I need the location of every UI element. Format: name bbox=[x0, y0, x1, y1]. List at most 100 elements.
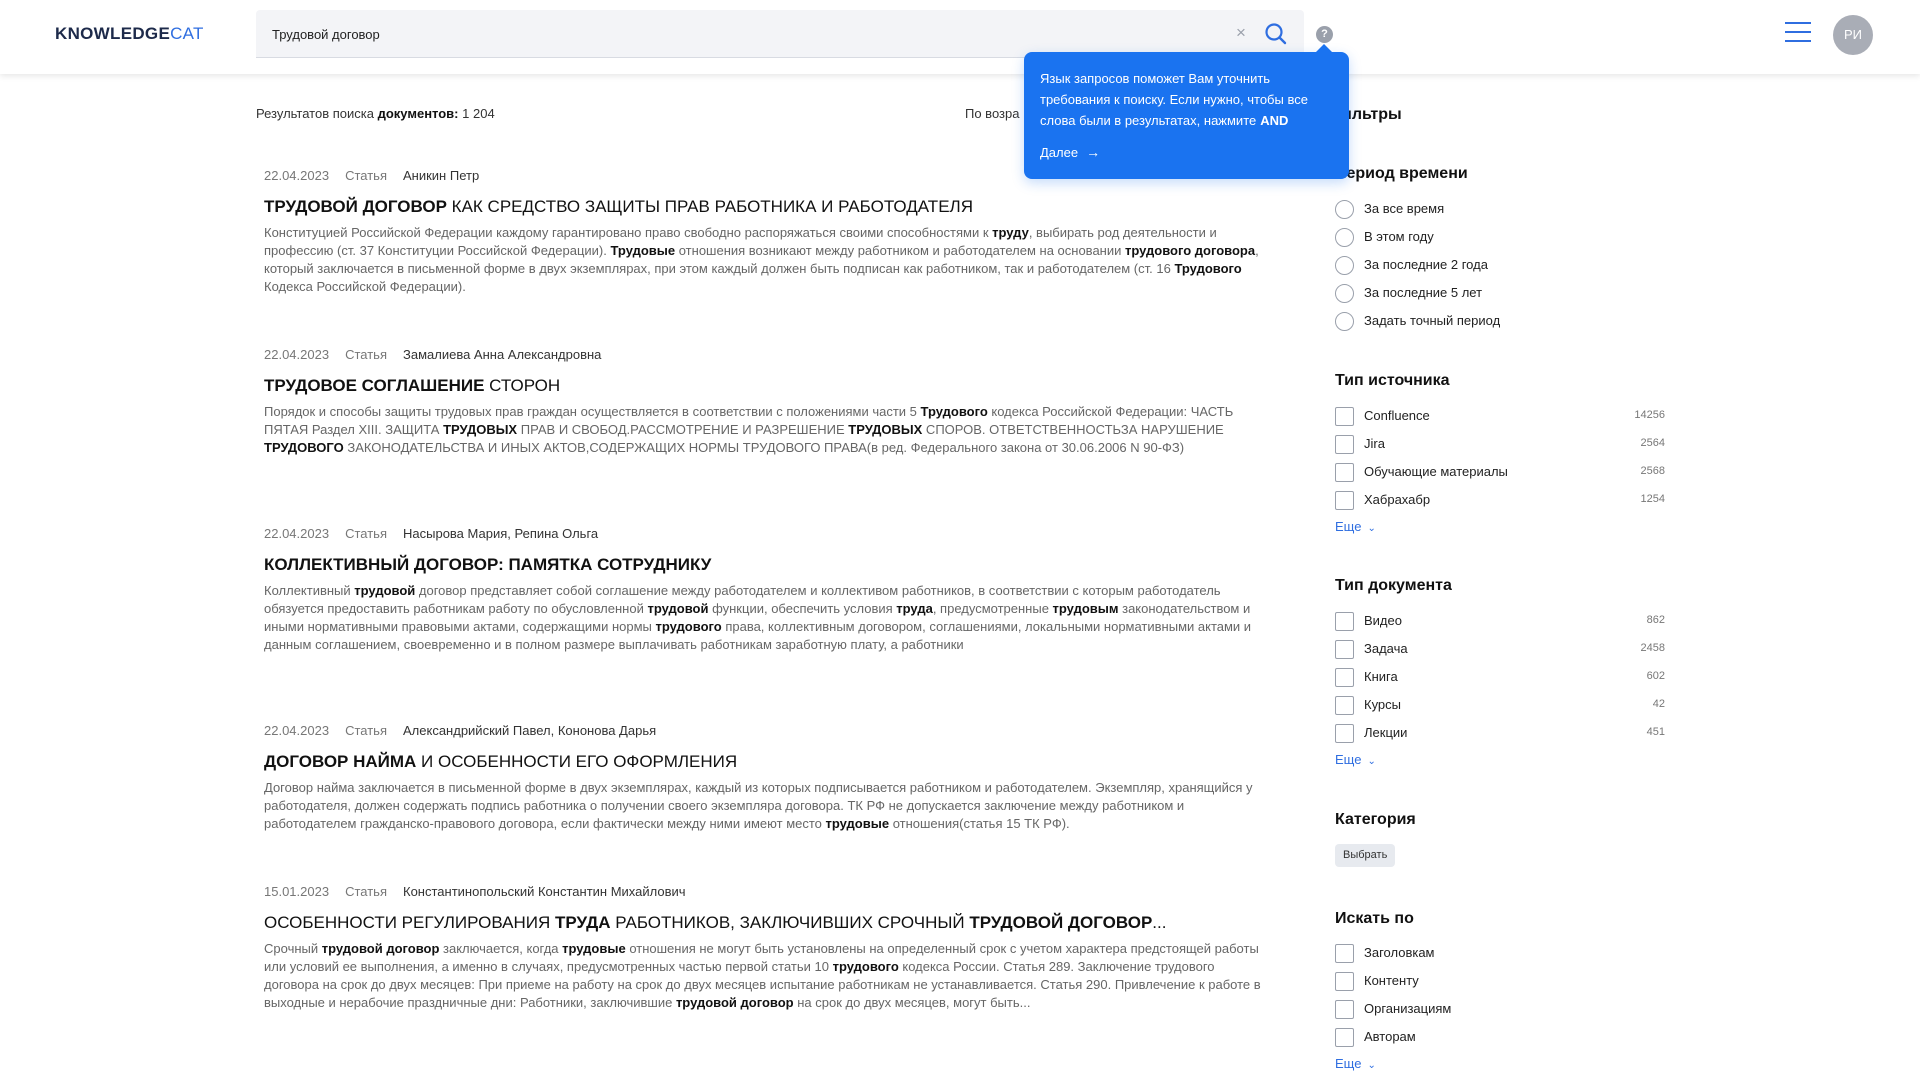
doctype-option[interactable]: Задача 2458 bbox=[1335, 638, 1665, 660]
option-label: Задача bbox=[1364, 641, 1408, 656]
result-author[interactable]: Замалиева Анна Александровна bbox=[403, 347, 601, 362]
title-rest: сторон bbox=[484, 376, 561, 395]
option-label: Книга bbox=[1364, 669, 1398, 684]
option-label: Задать точный период bbox=[1364, 313, 1501, 328]
doctype-option[interactable]: Видео 862 bbox=[1335, 610, 1665, 632]
choose-category-button[interactable]: Выбрать bbox=[1335, 844, 1396, 867]
radio-button[interactable] bbox=[1335, 228, 1354, 247]
text-fragment: , предусмотренные bbox=[932, 601, 1053, 616]
period-option[interactable]: В этом году bbox=[1335, 226, 1665, 248]
searchby-option[interactable]: Организациям bbox=[1335, 998, 1665, 1020]
source-more-link[interactable]: Еще ⌄ bbox=[1335, 519, 1376, 534]
searchby-option[interactable]: Заголовкам bbox=[1335, 942, 1665, 964]
option-count: 2458 bbox=[1640, 642, 1665, 654]
doctype-option[interactable]: Лекции 451 bbox=[1335, 722, 1665, 744]
result-title[interactable]: Особенности регулирования труда работник… bbox=[264, 912, 1264, 934]
more-label: Еще bbox=[1335, 752, 1362, 767]
result-title[interactable]: Трудовое соглашение сторон bbox=[264, 375, 1264, 397]
source-filter-title: Тип источника bbox=[1335, 372, 1450, 389]
checkbox[interactable] bbox=[1335, 724, 1354, 743]
result-type: Статья bbox=[345, 168, 387, 183]
source-option[interactable]: Jira 2564 bbox=[1335, 433, 1665, 455]
highlighted-term: трудового bbox=[832, 959, 899, 974]
option-label: Авторам bbox=[1364, 1029, 1416, 1044]
radio-button[interactable] bbox=[1335, 284, 1354, 303]
checkbox[interactable] bbox=[1335, 668, 1354, 687]
period-option[interactable]: Задать точный период bbox=[1335, 310, 1665, 332]
search-result: 22.04.2023 Статья Насырова Мария, Репина О… bbox=[264, 526, 1264, 654]
text-fragment: Кодекса Российской Федерации). bbox=[264, 279, 466, 294]
result-meta: 22.04.2023 Статья Насырова Мария, Репина О… bbox=[264, 526, 1264, 544]
result-type: Статья bbox=[345, 526, 387, 541]
searchby-filter-title: Искать по bbox=[1335, 910, 1414, 927]
checkbox[interactable] bbox=[1335, 1000, 1354, 1019]
period-option[interactable]: За последние 2 года bbox=[1335, 254, 1665, 276]
result-author[interactable]: Аникин Петр bbox=[403, 168, 479, 183]
result-author[interactable]: Александрийский Павел, Кононова Дарья bbox=[403, 723, 656, 738]
menu-button[interactable] bbox=[1785, 22, 1811, 44]
title-highlight: Коллективный договор: памятка сотруднику bbox=[264, 555, 712, 574]
radio-button[interactable] bbox=[1335, 200, 1354, 219]
checkbox[interactable] bbox=[1335, 463, 1354, 482]
option-count: 2564 bbox=[1640, 437, 1665, 449]
searchby-more-link[interactable]: Еще ⌄ bbox=[1335, 1056, 1376, 1071]
text-fragment: функции, обеспечить условия bbox=[708, 601, 897, 616]
clear-search-button[interactable]: × bbox=[1231, 23, 1251, 43]
results-count: 1 204 bbox=[462, 106, 495, 121]
user-avatar[interactable]: РИ bbox=[1833, 15, 1873, 55]
text-fragment: Коллективный bbox=[264, 583, 355, 598]
summary-prefix: Результатов поиска bbox=[256, 106, 374, 121]
result-date: 22.04.2023 bbox=[264, 526, 330, 541]
result-author[interactable]: Насырова Мария, Репина Ольга bbox=[403, 526, 598, 541]
searchby-option[interactable]: Контенту bbox=[1335, 970, 1665, 992]
menu-icon-line bbox=[1785, 22, 1811, 24]
checkbox[interactable] bbox=[1335, 972, 1354, 991]
highlighted-term: ТРУДОВОГО bbox=[264, 440, 344, 455]
checkbox[interactable] bbox=[1335, 944, 1354, 963]
highlighted-term: трудовые bbox=[825, 816, 890, 831]
result-author[interactable]: Константинопольский Константин Михайлови… bbox=[403, 884, 686, 899]
checkbox[interactable] bbox=[1335, 612, 1354, 631]
help-icon[interactable]: ? bbox=[1316, 26, 1333, 43]
result-title[interactable]: Договор найма и особенности его оформлен… bbox=[264, 751, 1264, 773]
search-result: 22.04.2023 Статья Александрийский Павел, К… bbox=[264, 723, 1264, 833]
result-date: 22.04.2023 bbox=[264, 347, 330, 362]
chevron-down-icon: ⌄ bbox=[1367, 523, 1376, 534]
search-button[interactable] bbox=[1263, 21, 1289, 47]
checkbox[interactable] bbox=[1335, 491, 1354, 510]
search-input[interactable] bbox=[272, 10, 1212, 58]
checkbox[interactable] bbox=[1335, 435, 1354, 454]
result-meta: 22.04.2023 Статья Александрийский Павел, К… bbox=[264, 723, 1264, 741]
period-option[interactable]: За все время bbox=[1335, 198, 1665, 220]
doctype-more-link[interactable]: Еще ⌄ bbox=[1335, 752, 1376, 767]
doctype-option[interactable]: Книга 602 bbox=[1335, 666, 1665, 688]
period-option[interactable]: За последние 5 лет bbox=[1335, 282, 1665, 304]
option-label: За последние 5 лет bbox=[1364, 285, 1483, 300]
text-fragment: отношения возникают между работником и р… bbox=[675, 243, 1125, 258]
highlighted-term: Трудового bbox=[1174, 261, 1242, 276]
radio-button[interactable] bbox=[1335, 256, 1354, 275]
result-title[interactable]: Трудовой договор как средство защиты пра… bbox=[264, 196, 1264, 218]
logo[interactable]: KNOWLEDGECAT bbox=[55, 24, 204, 44]
tooltip-next-button[interactable]: Далее → bbox=[1040, 144, 1100, 160]
option-label: Обучающие материалы bbox=[1364, 464, 1508, 479]
checkbox[interactable] bbox=[1335, 1028, 1354, 1047]
checkbox[interactable] bbox=[1335, 407, 1354, 426]
searchby-option[interactable]: Авторам bbox=[1335, 1026, 1665, 1048]
result-title[interactable]: Коллективный договор: памятка сотруднику bbox=[264, 554, 1264, 576]
chevron-down-icon: ⌄ bbox=[1367, 1060, 1376, 1071]
search-icon bbox=[1265, 23, 1287, 45]
highlighted-term: труду bbox=[992, 225, 1029, 240]
search-result: 22.04.2023 Статья Замалиева Анна Александр… bbox=[264, 347, 1264, 457]
sort-dropdown[interactable]: По возра bbox=[965, 106, 1019, 121]
filters-title: ильтры bbox=[1342, 106, 1402, 123]
source-option[interactable]: Обучающие материалы 2568 bbox=[1335, 461, 1665, 483]
radio-button[interactable] bbox=[1335, 312, 1354, 331]
checkbox[interactable] bbox=[1335, 696, 1354, 715]
arrow-right-icon: → bbox=[1086, 144, 1101, 160]
source-option[interactable]: Confluence 14256 bbox=[1335, 405, 1665, 427]
source-option[interactable]: Хабрахабр 1254 bbox=[1335, 489, 1665, 511]
doctype-option[interactable]: Курсы 42 bbox=[1335, 694, 1665, 716]
checkbox[interactable] bbox=[1335, 640, 1354, 659]
option-count: 1254 bbox=[1640, 493, 1665, 505]
